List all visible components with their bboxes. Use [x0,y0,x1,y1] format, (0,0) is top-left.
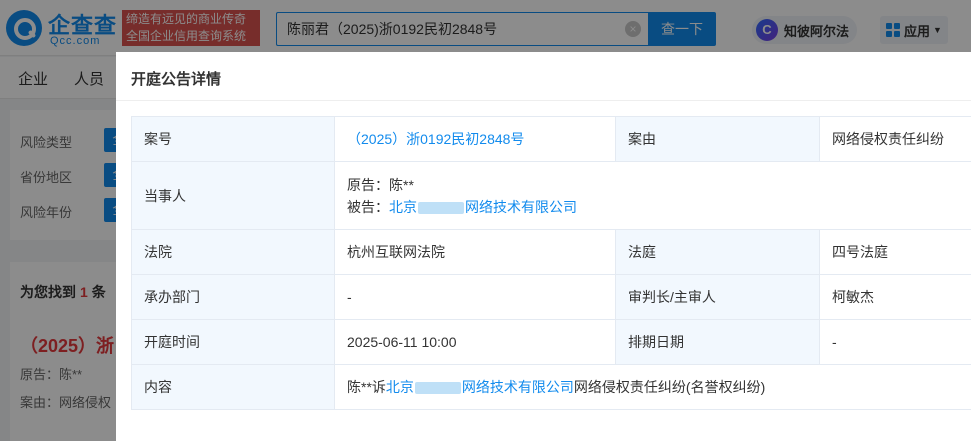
content-company-tail: 网络技术有限公司 [461,379,574,395]
table-row: 承办部门 - 审判长/主审人 柯敏杰 [131,274,971,320]
defendant-name-tail: 网络技术有限公司 [465,198,577,215]
redacted-blur [414,382,461,395]
case-no-label: 案号 [131,116,335,162]
plaintiff-prefix: 原告： [347,176,389,193]
table-row: 案号 （2025）浙0192民初2848号 案由 网络侵权责任纠纷 [131,116,971,162]
plaintiff-line: 原告：陈** [347,174,959,196]
dept-value: - [334,274,616,320]
schedule-date-label: 排期日期 [615,319,820,365]
content-label: 内容 [131,364,335,410]
table-row: 法院 杭州互联网法院 法庭 四号法庭 [131,229,971,275]
cause-label: 案由 [615,116,820,162]
content-company-link[interactable]: 北京 网络技术有限公司 [386,379,574,395]
court-label: 法院 [131,229,335,275]
defendant-line: 被告：北京 网络技术有限公司 [347,196,959,218]
plaintiff-name: 陈** [389,176,414,193]
schedule-date-value: - [819,319,971,365]
party-cell: 原告：陈** 被告：北京 网络技术有限公司 [334,161,971,230]
hearing-time-label: 开庭时间 [131,319,335,365]
table-row: 开庭时间 2025-06-11 10:00 排期日期 - [131,319,971,365]
modal-divider [116,100,971,101]
tribunal-value: 四号法庭 [819,229,971,275]
table-row: 内容 陈**诉北京 网络技术有限公司网络侵权责任纠纷(名誉权纠纷) [131,364,971,410]
content-suffix: 网络侵权责任纠纷(名誉权纠纷) [573,379,766,395]
case-no-cell: （2025）浙0192民初2848号 [334,116,616,162]
judge-label: 审判长/主审人 [615,274,820,320]
content-company-head: 北京 [385,379,414,395]
modal-title: 开庭公告详情 [131,71,222,88]
detail-table: 案号 （2025）浙0192民初2848号 案由 网络侵权责任纠纷 当事人 原告… [131,116,971,410]
party-label: 当事人 [131,161,335,230]
defendant-prefix: 被告： [347,198,389,215]
defendant-company-link[interactable]: 北京 网络技术有限公司 [389,199,577,215]
tribunal-label: 法庭 [615,229,820,275]
hearing-notice-modal: 开庭公告详情 案号 （2025）浙0192民初2848号 案由 网络侵权责任纠纷… [116,52,971,441]
judge-value: 柯敏杰 [819,274,971,320]
case-no-link[interactable]: （2025）浙0192民初2848号 [347,131,524,147]
content-prefix: 陈**诉 [347,379,386,395]
table-row: 当事人 原告：陈** 被告：北京 网络技术有限公司 [131,161,971,230]
hearing-time-value: 2025-06-11 10:00 [334,319,616,365]
court-value: 杭州互联网法院 [334,229,616,275]
redacted-blur [418,201,464,214]
content-cell: 陈**诉北京 网络技术有限公司网络侵权责任纠纷(名誉权纠纷) [334,364,971,410]
dept-label: 承办部门 [131,274,335,320]
defendant-name-head: 北京 [389,198,417,215]
cause-value: 网络侵权责任纠纷 [819,116,971,162]
